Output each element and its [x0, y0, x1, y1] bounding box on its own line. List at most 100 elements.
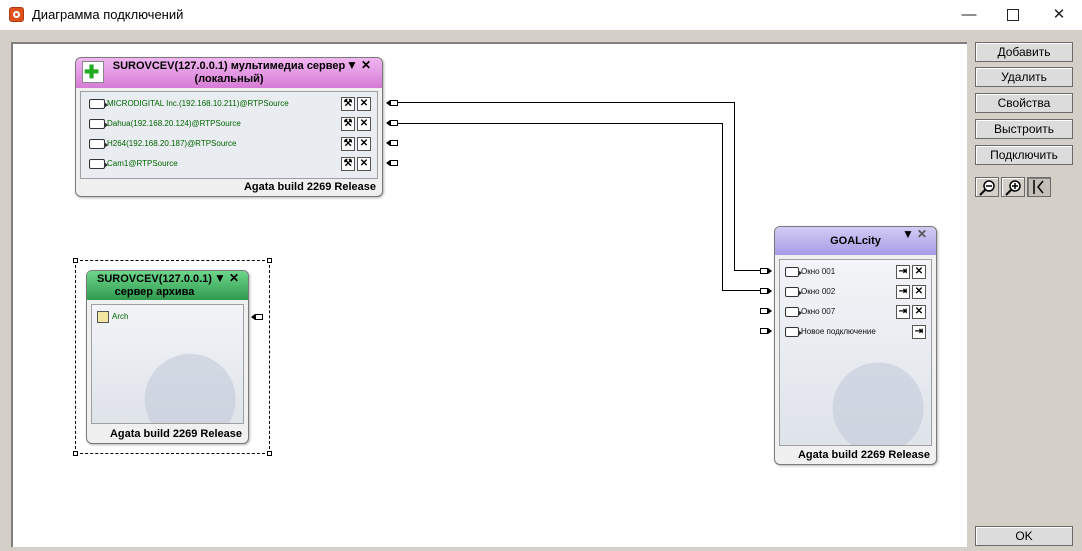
input-port[interactable]	[760, 328, 768, 334]
output-port[interactable]	[390, 100, 398, 106]
zoom-out-button[interactable]	[975, 177, 999, 197]
dropdown-icon[interactable]: ▼	[902, 228, 914, 241]
title-bar: Диаграмма подключений — ✕	[0, 0, 1082, 30]
remove-source-button[interactable]: ✕	[357, 97, 371, 111]
detach-button[interactable]: ⇥	[896, 265, 910, 279]
fit-button[interactable]	[1027, 177, 1051, 197]
connection-wire	[397, 102, 734, 103]
connection-wire	[722, 290, 760, 291]
resize-handle[interactable]	[267, 451, 272, 456]
zoom-in-icon	[1005, 180, 1021, 196]
remove-source-button[interactable]: ✕	[357, 117, 371, 131]
wrench-button[interactable]: ⚒	[341, 97, 355, 111]
resize-handle[interactable]	[73, 451, 78, 456]
close-node-icon[interactable]: ✕	[361, 59, 371, 72]
archive-server-header[interactable]: SUROVCEV(127.0.0.1) сервер архива ▼ ✕	[87, 271, 248, 300]
output-port[interactable]	[255, 314, 263, 320]
archive-list: Arch	[91, 304, 244, 424]
window-row[interactable]: Окно 002	[785, 283, 835, 301]
remove-source-button[interactable]: ✕	[357, 157, 371, 171]
window-label: Окно 001	[801, 267, 836, 276]
wrench-icon: ⚒	[343, 118, 353, 129]
archive-row[interactable]: Arch	[97, 308, 128, 326]
wrench-icon: ⚒	[343, 138, 353, 149]
source-row[interactable]: H264(192.168.20.187)@RTPSource	[89, 135, 236, 153]
output-port[interactable]	[390, 120, 398, 126]
window-icon	[785, 266, 802, 277]
detach-button[interactable]: ⇥	[896, 285, 910, 299]
window-label: Окно 007	[801, 307, 836, 316]
archive-server-title: SUROVCEV(127.0.0.1) сервер архива	[91, 273, 218, 299]
source-label: H264(192.168.20.187)@RTPSource	[107, 139, 237, 148]
input-port[interactable]	[760, 308, 768, 314]
ok-button[interactable]: OK	[975, 526, 1073, 546]
camera-icon	[89, 98, 108, 109]
archive-server-footer: Agata build 2269 Release	[109, 428, 242, 440]
connection-wire	[734, 102, 735, 271]
output-port[interactable]	[390, 140, 398, 146]
source-row[interactable]: MICRODIGITAL Inc.(192.168.10.211)@RTPSou…	[89, 95, 289, 113]
window-row[interactable]: Окно 001	[785, 263, 835, 281]
close-button[interactable]: ✕	[1036, 0, 1082, 30]
close-node-icon[interactable]: ✕	[917, 228, 927, 241]
media-server-node[interactable]: ✚ SUROVCEV(127.0.0.1) мультимедиа сервер…	[75, 57, 383, 197]
remove-window-button[interactable]: ✕	[912, 305, 926, 319]
media-server-footer: Agata build 2269 Release	[243, 181, 376, 193]
title-line-2: сервер архива	[114, 286, 195, 298]
maximize-icon	[1007, 9, 1019, 22]
window-row[interactable]: Окно 007	[785, 303, 835, 321]
port-arrow-icon	[768, 288, 772, 294]
arrange-button[interactable]: Выстроить	[975, 119, 1073, 139]
port-arrow-icon	[768, 268, 772, 274]
connect-button[interactable]: Подключить	[975, 145, 1073, 165]
add-button[interactable]: Добавить	[975, 42, 1073, 62]
window-label: Окно 002	[801, 287, 836, 296]
title-line-1: SUROVCEV(127.0.0.1)	[97, 273, 212, 285]
source-row[interactable]: Dahua(192.168.20.124)@RTPSource	[89, 115, 241, 133]
remove-source-button[interactable]: ✕	[357, 137, 371, 151]
source-row[interactable]: Cam1@RTPSource	[89, 155, 178, 173]
wrench-icon: ⚒	[343, 98, 353, 109]
media-server-title: SUROVCEV(127.0.0.1) мультимедиа сервер (…	[106, 60, 352, 86]
media-server-header[interactable]: ✚ SUROVCEV(127.0.0.1) мультимедиа сервер…	[76, 58, 382, 88]
output-port[interactable]	[390, 160, 398, 166]
goalcity-node[interactable]: GOALcity ▼ ✕ Окно 001 Окно 002 Окно 007 …	[774, 226, 937, 465]
zoom-in-button[interactable]	[1001, 177, 1025, 197]
port-arrow-icon	[768, 328, 772, 334]
source-label: Dahua(192.168.20.124)@RTPSource	[107, 119, 241, 128]
goalcity-footer: Agata build 2269 Release	[797, 449, 930, 461]
wrench-icon: ⚒	[343, 158, 353, 169]
window-row[interactable]: Новое подключение	[785, 323, 876, 341]
detach-button[interactable]: ⇥	[912, 325, 926, 339]
window-label: Новое подключение	[801, 327, 876, 336]
detach-button[interactable]: ⇥	[896, 305, 910, 319]
camera-icon	[89, 138, 108, 149]
resize-handle[interactable]	[73, 258, 78, 263]
window-icon	[785, 306, 802, 317]
fit-icon	[1033, 180, 1044, 194]
goalcity-header[interactable]: GOALcity ▼ ✕	[775, 227, 936, 255]
input-port[interactable]	[760, 288, 768, 294]
input-port[interactable]	[760, 268, 768, 274]
connection-wire	[722, 123, 723, 291]
delete-button[interactable]: Удалить	[975, 67, 1073, 87]
archive-server-node[interactable]: SUROVCEV(127.0.0.1) сервер архива ▼ ✕ Ar…	[86, 270, 249, 444]
archive-label: Arch	[112, 312, 129, 321]
add-source-button[interactable]: ✚	[82, 61, 104, 83]
wrench-button[interactable]: ⚒	[341, 117, 355, 131]
window-title: Диаграмма подключений	[32, 7, 184, 22]
minimize-button[interactable]: —	[946, 0, 992, 30]
dropdown-icon[interactable]: ▼	[346, 59, 358, 72]
remove-window-button[interactable]: ✕	[912, 265, 926, 279]
resize-handle[interactable]	[267, 258, 272, 263]
wrench-button[interactable]: ⚒	[341, 137, 355, 151]
close-node-icon[interactable]: ✕	[229, 272, 239, 285]
wrench-button[interactable]: ⚒	[341, 157, 355, 171]
archive-icon	[97, 310, 109, 323]
camera-icon	[89, 118, 108, 129]
remove-window-button[interactable]: ✕	[912, 285, 926, 299]
dropdown-icon[interactable]: ▼	[214, 272, 226, 285]
zoom-out-icon	[979, 180, 995, 196]
properties-button[interactable]: Свойства	[975, 93, 1073, 113]
maximize-button[interactable]	[990, 0, 1036, 30]
